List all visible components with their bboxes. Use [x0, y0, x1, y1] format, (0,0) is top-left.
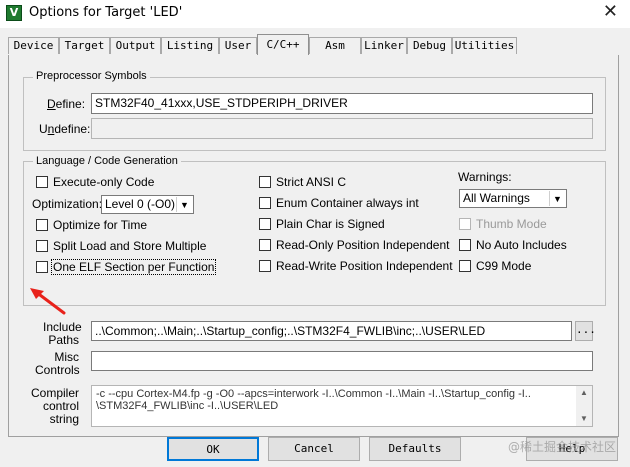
split-load-label: Split Load and Store Multiple: [53, 239, 207, 253]
browse-button[interactable]: ...: [575, 321, 596, 341]
compiler-line-1: -c --cpu Cortex-M4.fp -g -O0 --apcs=inte…: [96, 388, 531, 400]
preprocessor-group: [23, 77, 606, 151]
tab-c-cpp[interactable]: C/C++: [257, 34, 309, 55]
define-field[interactable]: STM32F40_41xxx,USE_STDPERIPH_DRIVER: [91, 93, 593, 114]
one-elf-label: One ELF Section per Function: [51, 259, 217, 275]
warnings-select[interactable]: All Warnings ▼: [459, 189, 567, 208]
tab-user[interactable]: User: [219, 37, 257, 54]
tab-asm[interactable]: Asm: [309, 37, 361, 54]
tab-output[interactable]: Output: [110, 37, 161, 54]
undefine-label: Undefine:: [39, 122, 91, 136]
misc-controls-label: Misc Controls: [35, 351, 80, 377]
tab-linker[interactable]: Linker: [361, 37, 407, 54]
include-label-line2: Paths: [48, 333, 79, 347]
thumb-mode-label: Thumb Mode: [476, 217, 547, 231]
annotation-arrow-icon: [30, 288, 66, 315]
c99-mode-label: C99 Mode: [476, 259, 532, 273]
compiler-scrollbar[interactable]: ▲ ▼: [576, 386, 592, 426]
tab-utilities[interactable]: Utilities: [452, 37, 517, 54]
compiler-line-2: \STM32F4_FWLIB\inc -I..\USER\LED: [96, 400, 279, 412]
defaults-button[interactable]: Defaults: [369, 437, 461, 461]
compiler-control-label: Compiler control string: [29, 387, 79, 426]
tab-listing[interactable]: Listing: [161, 37, 219, 54]
c99-mode-checkbox[interactable]: [459, 260, 471, 272]
undefine-field[interactable]: [91, 118, 593, 139]
c-cpp-panel: Preprocessor Symbols Define: STM32F40_41…: [8, 55, 619, 437]
strict-ansi-checkbox[interactable]: [259, 176, 271, 188]
optimization-label: Optimization:: [32, 197, 103, 211]
warnings-label: Warnings:: [458, 170, 512, 184]
thumb-mode-checkbox[interactable]: [459, 218, 471, 230]
keil-uvision-icon: V: [6, 5, 22, 21]
scroll-down-icon[interactable]: ▼: [576, 412, 592, 426]
compiler-control-string: -c --cpu Cortex-M4.fp -g -O0 --apcs=inte…: [91, 385, 593, 427]
tab-debug[interactable]: Debug: [407, 37, 452, 54]
execute-only-checkbox[interactable]: [36, 176, 48, 188]
plain-char-checkbox[interactable]: [259, 218, 271, 230]
chevron-down-icon[interactable]: ▼: [176, 197, 192, 212]
one-elf-checkbox[interactable]: [36, 261, 48, 273]
split-load-checkbox[interactable]: [36, 240, 48, 252]
misc-label-line2: Controls: [35, 363, 80, 377]
chevron-down-icon[interactable]: ▼: [549, 191, 565, 206]
scroll-up-icon[interactable]: ▲: [576, 386, 592, 400]
no-auto-includes-checkbox[interactable]: [459, 239, 471, 251]
define-label: Define:: [47, 97, 86, 111]
cancel-button[interactable]: Cancel: [268, 437, 360, 461]
plain-char-label: Plain Char is Signed: [276, 217, 385, 231]
tab-strip: Device Target Output Listing User C/C++ …: [8, 34, 620, 56]
include-paths-field[interactable]: ..\Common;..\Main;..\Startup_config;..\S…: [91, 321, 572, 341]
preprocessor-title: Preprocessor Symbols: [33, 70, 150, 82]
compiler-label-line3: string: [49, 412, 79, 426]
no-auto-includes-label: No Auto Includes: [476, 238, 567, 252]
title-bar: V Options for Target 'LED' ✕: [0, 0, 630, 29]
enum-container-label: Enum Container always int: [276, 196, 419, 210]
include-paths-label: Include Paths: [43, 321, 82, 347]
optimization-value: Level 0 (-O0): [105, 197, 176, 211]
execute-only-label: Execute-only Code: [53, 175, 155, 189]
misc-controls-field[interactable]: [91, 351, 593, 371]
optimization-select[interactable]: Level 0 (-O0) ▼: [101, 195, 194, 214]
options-dialog: V Options for Target 'LED' ✕ Device Targ…: [0, 0, 630, 467]
rwpi-label: Read-Write Position Independent: [276, 259, 453, 273]
tab-target[interactable]: Target: [59, 37, 110, 54]
rwpi-checkbox[interactable]: [259, 260, 271, 272]
warnings-value: All Warnings: [463, 191, 530, 205]
ok-button[interactable]: OK: [167, 437, 259, 461]
language-title: Language / Code Generation: [33, 155, 181, 167]
close-icon[interactable]: ✕: [603, 2, 618, 22]
strict-ansi-label: Strict ANSI C: [276, 175, 347, 189]
ropi-label: Read-Only Position Independent: [276, 238, 450, 252]
watermark: @稀土掘金技术社区: [507, 440, 616, 454]
enum-container-checkbox[interactable]: [259, 197, 271, 209]
dialog-body: Device Target Output Listing User C/C++ …: [0, 28, 630, 467]
tab-device[interactable]: Device: [8, 37, 59, 54]
ropi-checkbox[interactable]: [259, 239, 271, 251]
window-title: Options for Target 'LED': [29, 5, 183, 20]
optimize-time-label: Optimize for Time: [53, 218, 148, 232]
optimize-time-checkbox[interactable]: [36, 219, 48, 231]
